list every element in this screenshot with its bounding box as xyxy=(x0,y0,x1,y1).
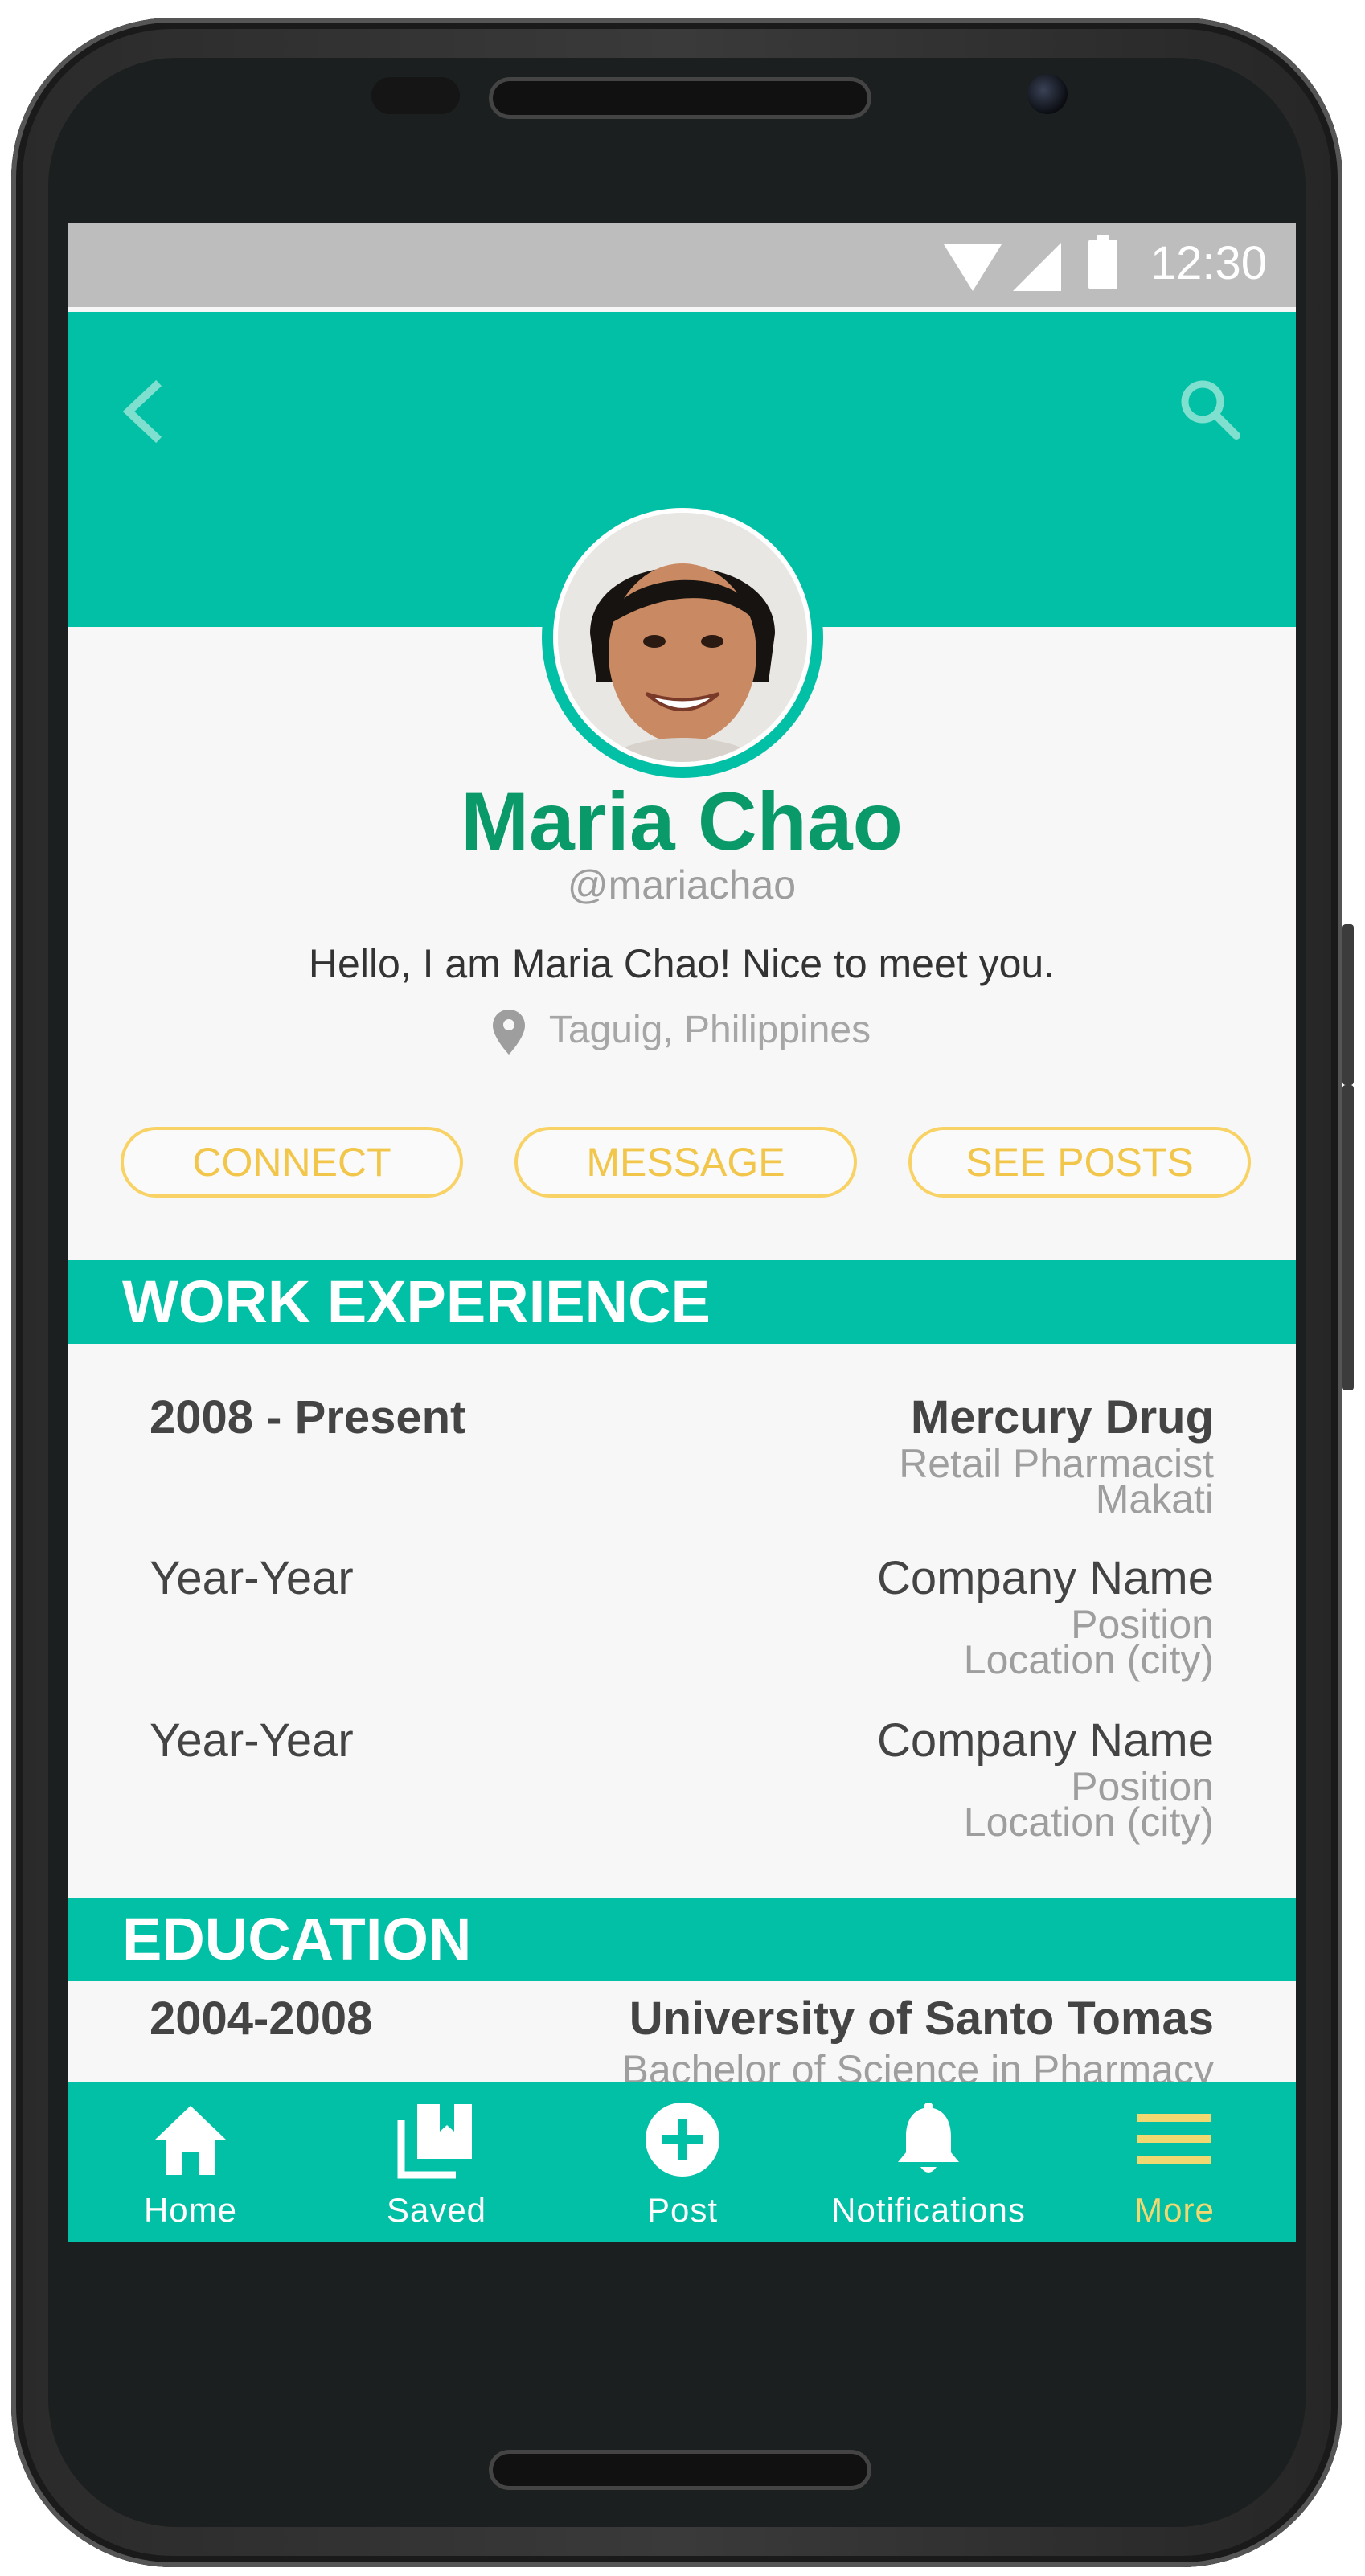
profile-photo xyxy=(558,513,807,762)
education-header: EDUCATION xyxy=(68,1898,1296,1981)
work-company: Mercury Drug xyxy=(910,1391,1214,1444)
volume-button xyxy=(1342,924,1354,1085)
power-button xyxy=(1342,1085,1354,1390)
nav-post[interactable]: Post xyxy=(560,2082,805,2242)
wifi-icon xyxy=(944,244,1002,291)
work-city: Makati xyxy=(1095,1476,1214,1521)
nav-notifications-label: Notifications xyxy=(831,2191,1026,2229)
add-circle-icon xyxy=(646,2103,719,2177)
work-city: Location (city) xyxy=(963,1637,1214,1682)
nav-more-label: More xyxy=(1134,2191,1215,2229)
education-years: 2004-2008 xyxy=(150,1992,373,2045)
nav-home-label: Home xyxy=(143,2191,238,2229)
education-school: University of Santo Tomas xyxy=(629,1992,1214,2045)
nav-home[interactable]: Home xyxy=(68,2082,314,2242)
battery-icon xyxy=(1088,235,1117,289)
connect-button[interactable]: CONNECT xyxy=(121,1127,463,1198)
profile-location: Taguig, Philippines xyxy=(68,1008,1296,1055)
avatar[interactable] xyxy=(553,508,812,767)
nav-post-label: Post xyxy=(646,2191,719,2229)
profile-bio: Hello, I am Maria Chao! Nice to meet you… xyxy=(308,941,1056,986)
location-text: Taguig, Philippines xyxy=(548,1009,871,1051)
avatar-ring xyxy=(542,497,823,778)
saved-icon xyxy=(397,2104,472,2179)
work-years: Year-Year xyxy=(150,1552,354,1604)
profile-name: Maria Chao xyxy=(461,776,903,867)
signal-icon xyxy=(1013,243,1061,291)
work-city: Location (city) xyxy=(963,1800,1214,1845)
front-camera xyxy=(1027,74,1068,114)
bottom-speaker xyxy=(489,2450,871,2490)
work-years: Year-Year xyxy=(150,1714,354,1767)
nav-saved-label: Saved xyxy=(386,2191,487,2229)
nav-more[interactable]: More xyxy=(1051,2082,1296,2242)
nav-notifications[interactable]: Notifications xyxy=(805,2082,1051,2242)
front-sensor xyxy=(371,77,460,114)
bell-icon xyxy=(898,2103,959,2173)
bottom-navigation: Home Saved Post Notifications More xyxy=(68,2082,1296,2242)
status-time: 12:30 xyxy=(1150,237,1267,289)
back-arrow-icon[interactable] xyxy=(119,379,164,444)
home-icon xyxy=(155,2106,226,2175)
nav-saved[interactable]: Saved xyxy=(314,2082,560,2242)
location-pin-icon xyxy=(492,1010,525,1055)
work-experience-header: WORK EXPERIENCE xyxy=(68,1260,1296,1344)
work-years: 2008 - Present xyxy=(150,1391,466,1444)
message-button[interactable]: MESSAGE xyxy=(514,1127,857,1198)
top-speaker xyxy=(489,77,871,119)
menu-icon xyxy=(1138,2114,1211,2164)
see-posts-button[interactable]: SEE POSTS xyxy=(908,1127,1251,1198)
search-icon[interactable] xyxy=(1177,376,1241,440)
work-company: Company Name xyxy=(876,1714,1214,1767)
status-bar: 12:30 xyxy=(68,223,1296,307)
app-screen: 12:30 Maria Chao @mariachao Hello, I am xyxy=(68,223,1296,2242)
profile-handle: @mariachao xyxy=(567,862,797,907)
work-company: Company Name xyxy=(876,1552,1214,1604)
